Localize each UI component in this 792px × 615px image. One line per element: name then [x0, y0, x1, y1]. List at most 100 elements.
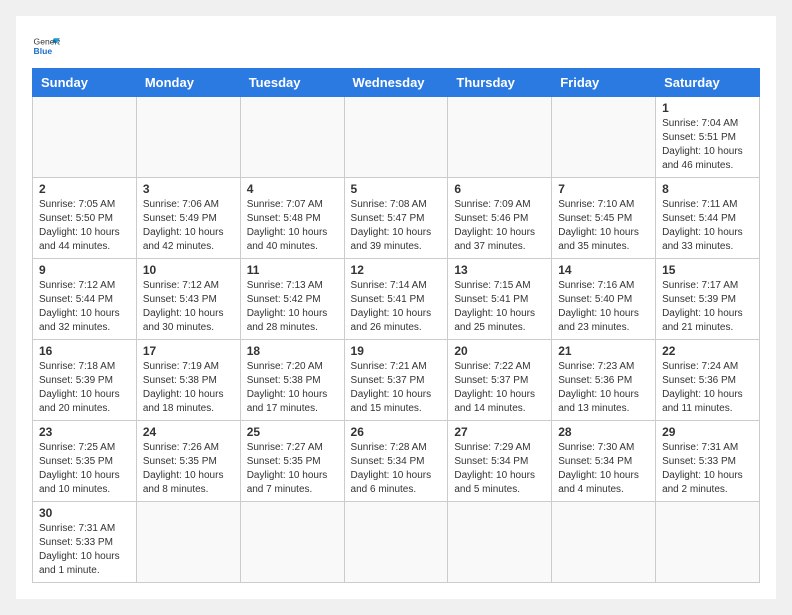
- day-cell-1: 1 Sunrise: 7:04 AMSunset: 5:51 PMDaylight…: [656, 97, 760, 178]
- day-number: 10: [143, 263, 234, 277]
- day-cell-27: 27 Sunrise: 7:29 AMSunset: 5:34 PMDayligh…: [448, 421, 552, 502]
- day-number: 11: [247, 263, 338, 277]
- day-number: 24: [143, 425, 234, 439]
- day-info: Sunrise: 7:15 AMSunset: 5:41 PMDaylight:…: [454, 279, 545, 335]
- day-info: Sunrise: 7:25 AMSunset: 5:35 PMDaylight:…: [39, 441, 130, 497]
- svg-text:Blue: Blue: [34, 46, 53, 56]
- day-cell-30: 30 Sunrise: 7:31 AMSunset: 5:33 PMDayligh…: [33, 502, 137, 583]
- day-number: 2: [39, 182, 130, 196]
- empty-cell: [33, 97, 137, 178]
- day-info: Sunrise: 7:08 AMSunset: 5:47 PMDaylight:…: [351, 198, 442, 254]
- empty-cell: [448, 97, 552, 178]
- day-number: 19: [351, 344, 442, 358]
- week-row-3: 9Sunrise: 7:12 AMSunset: 5:44 PMDaylight…: [33, 259, 760, 340]
- day-info: Sunrise: 7:28 AMSunset: 5:34 PMDaylight:…: [351, 441, 442, 497]
- day-number: 5: [351, 182, 442, 196]
- day-info: Sunrise: 7:20 AMSunset: 5:38 PMDaylight:…: [247, 360, 338, 416]
- day-info: Sunrise: 7:31 AMSunset: 5:33 PMDaylight:…: [39, 522, 130, 578]
- day-number: 22: [662, 344, 753, 358]
- day-info: Sunrise: 7:12 AMSunset: 5:43 PMDaylight:…: [143, 279, 234, 335]
- day-number: 26: [351, 425, 442, 439]
- day-info: Sunrise: 7:22 AMSunset: 5:37 PMDaylight:…: [454, 360, 545, 416]
- day-number: 1: [662, 101, 753, 115]
- day-info: Sunrise: 7:19 AMSunset: 5:38 PMDaylight:…: [143, 360, 234, 416]
- day-number: 30: [39, 506, 130, 520]
- day-cell-25: 25 Sunrise: 7:27 AMSunset: 5:35 PMDayligh…: [240, 421, 344, 502]
- day-cell-17: 17 Sunrise: 7:19 AMSunset: 5:38 PMDayligh…: [136, 340, 240, 421]
- day-number: 27: [454, 425, 545, 439]
- empty-cell: [136, 97, 240, 178]
- day-number: 25: [247, 425, 338, 439]
- calendar-page: General Blue SundayMondayTuesdayWednesda…: [16, 16, 776, 599]
- day-info: Sunrise: 7:11 AMSunset: 5:44 PMDaylight:…: [662, 198, 753, 254]
- day-header-friday: Friday: [552, 69, 656, 97]
- day-number: 29: [662, 425, 753, 439]
- day-cell-16: 16 Sunrise: 7:18 AMSunset: 5:39 PMDayligh…: [33, 340, 137, 421]
- day-info: Sunrise: 7:06 AMSunset: 5:49 PMDaylight:…: [143, 198, 234, 254]
- day-info: Sunrise: 7:27 AMSunset: 5:35 PMDaylight:…: [247, 441, 338, 497]
- week-row-4: 16 Sunrise: 7:18 AMSunset: 5:39 PMDayligh…: [33, 340, 760, 421]
- day-cell-7: 7 Sunrise: 7:10 AMSunset: 5:45 PMDaylight…: [552, 178, 656, 259]
- day-info: Sunrise: 7:18 AMSunset: 5:39 PMDaylight:…: [39, 360, 130, 416]
- day-info: Sunrise: 7:12 AMSunset: 5:44 PMDaylight:…: [39, 279, 130, 335]
- day-info: Sunrise: 7:07 AMSunset: 5:48 PMDaylight:…: [247, 198, 338, 254]
- day-number: 28: [558, 425, 649, 439]
- empty-cell: [552, 97, 656, 178]
- day-cell-28: 28 Sunrise: 7:30 AMSunset: 5:34 PMDayligh…: [552, 421, 656, 502]
- day-number: 20: [454, 344, 545, 358]
- day-info: Sunrise: 7:04 AMSunset: 5:51 PMDaylight:…: [662, 117, 753, 173]
- day-number: 7: [558, 182, 649, 196]
- day-info: Sunrise: 7:09 AMSunset: 5:46 PMDaylight:…: [454, 198, 545, 254]
- week-row-6: 30 Sunrise: 7:31 AMSunset: 5:33 PMDayligh…: [33, 502, 760, 583]
- empty-cell: [136, 502, 240, 583]
- day-number: 15: [662, 263, 753, 277]
- day-info: Sunrise: 7:30 AMSunset: 5:34 PMDaylight:…: [558, 441, 649, 497]
- empty-cell: [552, 502, 656, 583]
- empty-cell: [240, 502, 344, 583]
- day-cell-13: 13Sunrise: 7:15 AMSunset: 5:41 PMDayligh…: [448, 259, 552, 340]
- day-cell-2: 2 Sunrise: 7:05 AMSunset: 5:50 PMDaylight…: [33, 178, 137, 259]
- days-header-row: SundayMondayTuesdayWednesdayThursdayFrid…: [33, 69, 760, 97]
- generalblue-logo-icon: General Blue: [32, 32, 60, 60]
- day-cell-3: 3Sunrise: 7:06 AMSunset: 5:49 PMDaylight…: [136, 178, 240, 259]
- day-header-saturday: Saturday: [656, 69, 760, 97]
- day-cell-15: 15Sunrise: 7:17 AMSunset: 5:39 PMDayligh…: [656, 259, 760, 340]
- day-info: Sunrise: 7:31 AMSunset: 5:33 PMDaylight:…: [662, 441, 753, 497]
- day-info: Sunrise: 7:14 AMSunset: 5:41 PMDaylight:…: [351, 279, 442, 335]
- day-header-wednesday: Wednesday: [344, 69, 448, 97]
- day-cell-19: 19Sunrise: 7:21 AMSunset: 5:37 PMDayligh…: [344, 340, 448, 421]
- day-number: 16: [39, 344, 130, 358]
- day-info: Sunrise: 7:29 AMSunset: 5:34 PMDaylight:…: [454, 441, 545, 497]
- day-cell-24: 24Sunrise: 7:26 AMSunset: 5:35 PMDayligh…: [136, 421, 240, 502]
- week-row-1: 1 Sunrise: 7:04 AMSunset: 5:51 PMDaylight…: [33, 97, 760, 178]
- day-header-thursday: Thursday: [448, 69, 552, 97]
- day-cell-22: 22 Sunrise: 7:24 AMSunset: 5:36 PMDayligh…: [656, 340, 760, 421]
- day-info: Sunrise: 7:10 AMSunset: 5:45 PMDaylight:…: [558, 198, 649, 254]
- logo: General Blue: [32, 32, 60, 60]
- day-header-monday: Monday: [136, 69, 240, 97]
- header: General Blue: [32, 32, 760, 60]
- day-info: Sunrise: 7:05 AMSunset: 5:50 PMDaylight:…: [39, 198, 130, 254]
- empty-cell: [344, 502, 448, 583]
- day-number: 8: [662, 182, 753, 196]
- day-number: 18: [247, 344, 338, 358]
- day-info: Sunrise: 7:16 AMSunset: 5:40 PMDaylight:…: [558, 279, 649, 335]
- day-cell-6: 6 Sunrise: 7:09 AMSunset: 5:46 PMDaylight…: [448, 178, 552, 259]
- empty-cell: [656, 502, 760, 583]
- empty-cell: [344, 97, 448, 178]
- day-number: 17: [143, 344, 234, 358]
- day-number: 12: [351, 263, 442, 277]
- day-number: 23: [39, 425, 130, 439]
- day-info: Sunrise: 7:24 AMSunset: 5:36 PMDaylight:…: [662, 360, 753, 416]
- calendar-table: SundayMondayTuesdayWednesdayThursdayFrid…: [32, 68, 760, 583]
- day-number: 14: [558, 263, 649, 277]
- day-cell-23: 23 Sunrise: 7:25 AMSunset: 5:35 PMDayligh…: [33, 421, 137, 502]
- day-cell-10: 10 Sunrise: 7:12 AMSunset: 5:43 PMDayligh…: [136, 259, 240, 340]
- day-info: Sunrise: 7:13 AMSunset: 5:42 PMDaylight:…: [247, 279, 338, 335]
- day-cell-14: 14 Sunrise: 7:16 AMSunset: 5:40 PMDayligh…: [552, 259, 656, 340]
- day-header-sunday: Sunday: [33, 69, 137, 97]
- day-number: 6: [454, 182, 545, 196]
- day-cell-12: 12 Sunrise: 7:14 AMSunset: 5:41 PMDayligh…: [344, 259, 448, 340]
- day-number: 4: [247, 182, 338, 196]
- empty-cell: [240, 97, 344, 178]
